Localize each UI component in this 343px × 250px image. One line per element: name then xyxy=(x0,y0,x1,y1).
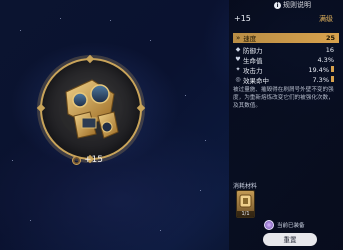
coin-icon xyxy=(72,155,81,165)
main-stat-name: 速度 xyxy=(243,35,257,43)
main-stat-value: 25 xyxy=(325,34,335,42)
sub-stat-name: 防御力 xyxy=(243,46,263,55)
material-item[interactable]: 1/1 xyxy=(236,190,255,218)
sub-stat-name: 攻击力 xyxy=(243,66,263,75)
main-stat-row: » 速度 25 xyxy=(233,33,339,43)
max-level-badge: 满级 xyxy=(319,15,333,23)
roll-marker xyxy=(331,75,334,82)
frame-ornament xyxy=(136,103,146,113)
info-icon: i xyxy=(274,1,281,9)
shield-icon: ◆ xyxy=(235,46,241,53)
frame-ornament xyxy=(85,54,95,64)
heart-icon: ♥ xyxy=(235,56,241,63)
relic-level-title: +15 xyxy=(234,14,251,23)
speed-icon: » xyxy=(236,34,241,42)
sub-stat-row: ◆ 防御力 16 xyxy=(233,45,336,55)
reset-button[interactable]: 重置 xyxy=(263,233,317,246)
sub-stat-row: ◎ 效果命中 7.3% xyxy=(233,75,336,85)
relic-item-icon xyxy=(60,79,120,139)
sub-stat-value: 4.3% xyxy=(317,55,334,64)
sub-stat-row: ✦ 攻击力 19.4% xyxy=(233,65,336,75)
relic-level-label: +15 xyxy=(84,155,103,165)
sub-stat-value: 7.3% xyxy=(312,75,334,84)
sub-stat-name: 生命值 xyxy=(243,56,263,65)
relic-description: 被过量施、摧毁得在刷屑号外壁不变的强度，为重新熔炼改变它们的被强化次数，及其数值… xyxy=(233,87,334,109)
sub-stat-value: 16 xyxy=(325,45,334,54)
materials-title: 消耗材料 xyxy=(233,183,258,190)
equipped-info: 当前已装备 xyxy=(264,220,305,230)
sub-stat-value: 19.4% xyxy=(308,65,334,74)
sub-stat-name: 效果命中 xyxy=(243,76,269,85)
rules-link[interactable]: i 规则说明 xyxy=(274,0,311,10)
equipped-label: 当前已装备 xyxy=(277,223,305,229)
target-icon: ◎ xyxy=(235,76,241,83)
sword-icon: ✦ xyxy=(235,66,241,73)
roll-marker xyxy=(331,65,334,72)
frame-ornament xyxy=(36,103,46,113)
material-icon xyxy=(239,194,252,208)
sub-stat-value-text: 7.3% xyxy=(312,75,329,84)
relic-level: +15 xyxy=(72,155,103,165)
rules-link-label: 规则说明 xyxy=(283,1,311,9)
material-count: 1/1 xyxy=(237,211,254,217)
sub-stat-row: ♥ 生命值 4.3% xyxy=(233,55,336,65)
sub-stat-value-text: 19.4% xyxy=(308,65,329,74)
relic-frame xyxy=(36,54,146,164)
avatar xyxy=(264,220,274,230)
